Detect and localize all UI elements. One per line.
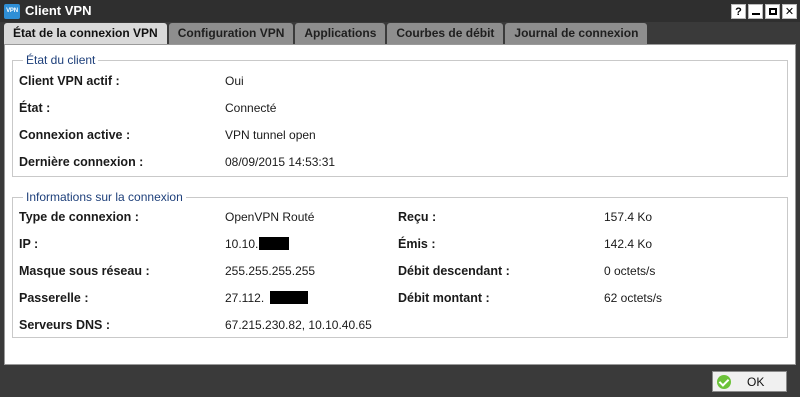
last-connection-value: 08/09/2015 14:53:31: [225, 155, 336, 169]
title-bar[interactable]: VPN Client VPN ? ✕: [0, 0, 800, 22]
ip-value: 10.10.: [225, 237, 259, 251]
minimize-icon: [751, 13, 760, 15]
window-controls: ? ✕: [731, 4, 797, 19]
ok-button-label: OK: [747, 374, 765, 389]
state-value: Connecté: [225, 101, 277, 115]
connection-type-label: Type de connexion :: [19, 210, 139, 224]
client-state-legend: État du client: [26, 53, 96, 67]
received-label: Reçu :: [398, 210, 437, 224]
close-icon: ✕: [784, 6, 795, 18]
redaction-block: [259, 237, 290, 250]
subnet-mask-label: Masque sous réseau :: [19, 264, 150, 278]
download-rate-label: Débit descendant :: [398, 264, 510, 278]
dns-servers-value: 67.215.230.82, 10.10.40.65: [225, 318, 372, 332]
ip-value-row: 10.10.: [225, 236, 290, 252]
subnet-mask-value: 255.255.255.255: [225, 264, 316, 278]
tab-applications[interactable]: Applications: [295, 23, 386, 44]
redaction-block: [270, 291, 309, 304]
check-icon: [717, 374, 731, 389]
upload-rate-label: Débit montant :: [398, 291, 490, 305]
active-connection-value: VPN tunnel open: [225, 128, 316, 142]
gateway-value: 27.112.: [225, 291, 265, 305]
close-button[interactable]: ✕: [782, 4, 797, 19]
client-active-label: Client VPN actif :: [19, 74, 120, 88]
received-value: 157.4 Ko: [604, 210, 653, 224]
client-active-value: Oui: [225, 74, 244, 88]
tab-connection-state[interactable]: État de la connexion VPN: [4, 23, 167, 44]
gateway-value-row: 27.112.: [225, 290, 309, 306]
window-title: Client VPN: [25, 3, 92, 18]
state-label: État :: [19, 101, 51, 115]
vpn-app-icon: VPN: [4, 4, 20, 19]
active-connection-label: Connexion active :: [19, 128, 131, 142]
minimize-button[interactable]: [748, 4, 763, 19]
maximize-button[interactable]: [765, 4, 780, 19]
help-button[interactable]: ?: [731, 4, 746, 19]
tab-vpn-configuration[interactable]: Configuration VPN: [168, 23, 294, 44]
tab-throughput-curves[interactable]: Courbes de débit: [387, 23, 504, 44]
gateway-label: Passerelle :: [19, 291, 89, 305]
tab-bar: État de la connexion VPN Configuration V…: [4, 23, 648, 44]
vpn-client-window: VPN Client VPN ? ✕ État de la connexion …: [0, 0, 800, 397]
tab-connection-log[interactable]: Journal de connexion: [505, 23, 648, 44]
sent-label: Émis :: [398, 237, 436, 251]
connection-type-value: OpenVPN Routé: [225, 210, 315, 224]
download-rate-value: 0 octets/s: [604, 264, 656, 278]
maximize-icon: [768, 8, 777, 15]
last-connection-label: Dernière connexion :: [19, 155, 144, 169]
connection-info-legend: Informations sur la connexion: [26, 190, 183, 204]
upload-rate-value: 62 octets/s: [604, 291, 663, 305]
ok-button[interactable]: OK: [712, 371, 787, 392]
sent-value: 142.4 Ko: [604, 237, 653, 251]
dns-servers-label: Serveurs DNS :: [19, 318, 111, 332]
ip-label: IP :: [19, 237, 39, 251]
tab-panel: État du client Client VPN actif : Oui Ét…: [4, 44, 796, 365]
